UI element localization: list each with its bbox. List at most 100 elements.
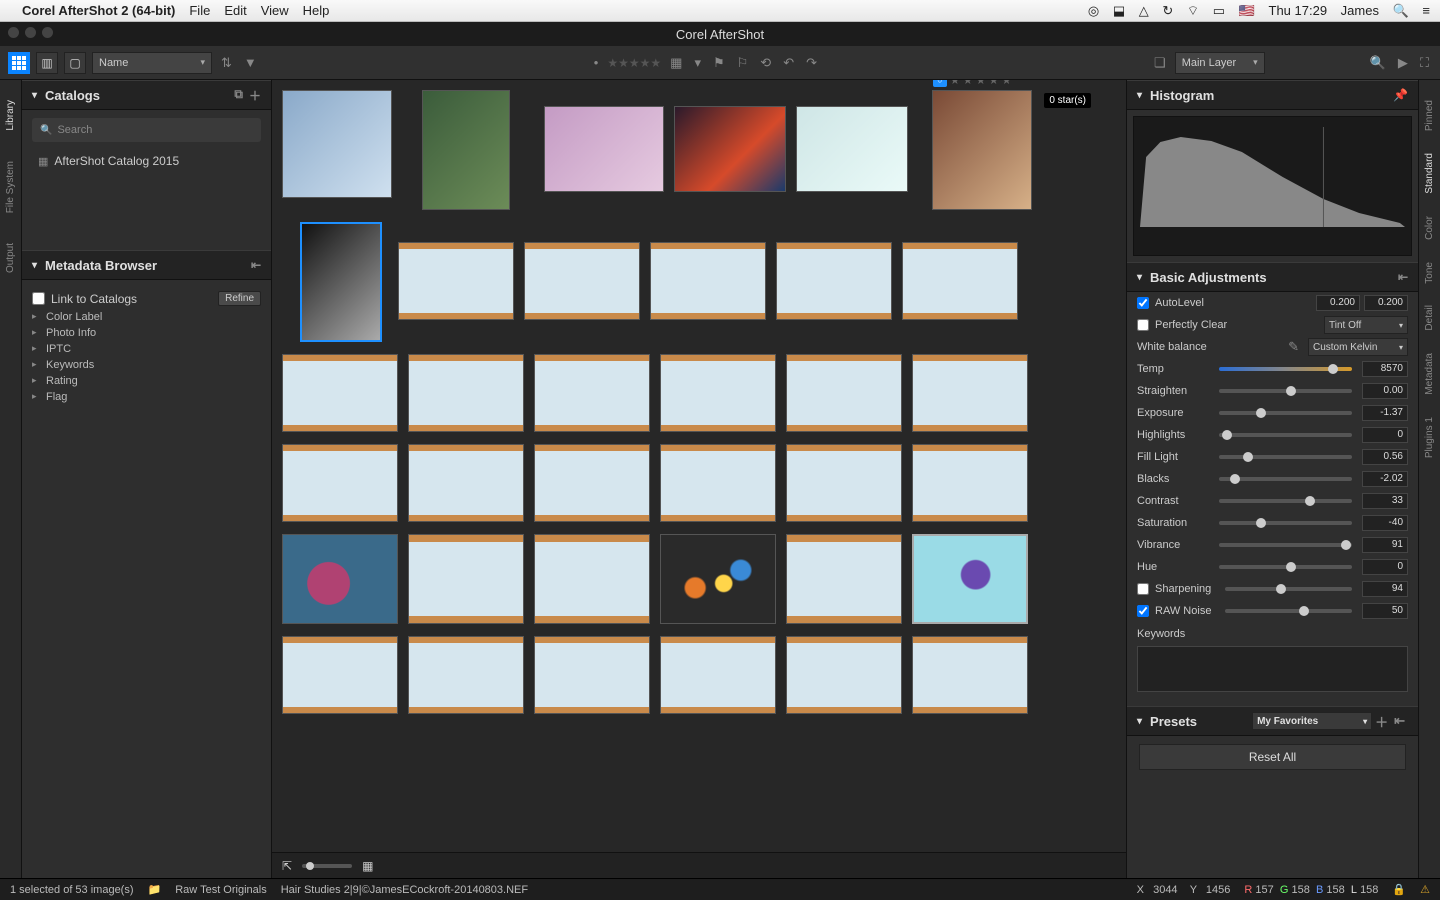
vibrance-value[interactable]: 91 [1362, 537, 1408, 553]
exposure-slider[interactable] [1219, 411, 1352, 415]
thumbnail[interactable] [408, 636, 524, 714]
redo-icon[interactable]: ↷ [803, 55, 820, 71]
copy-icon[interactable]: ⧉ [234, 87, 243, 104]
thumbnail[interactable] [902, 242, 1018, 320]
search-icon[interactable]: 🔍 [1367, 55, 1389, 71]
filter-icon[interactable]: ▼ [241, 55, 260, 70]
presets-dropdown[interactable]: My Favorites [1252, 712, 1372, 730]
thumbnail[interactable] [912, 636, 1028, 714]
thumb-size-slider[interactable] [302, 864, 352, 868]
grid-size-icon[interactable]: ▦ [362, 859, 373, 873]
menu-file[interactable]: File [189, 3, 210, 18]
vibrance-slider[interactable] [1219, 543, 1352, 547]
filllight-value[interactable]: 0.56 [1362, 449, 1408, 465]
tree-iptc[interactable]: IPTC [32, 341, 261, 357]
rawnoise-slider[interactable] [1225, 609, 1352, 613]
app-name[interactable]: Corel AfterShot 2 (64-bit) [22, 3, 175, 18]
autolevel-value-1[interactable]: 0.200 [1316, 295, 1360, 311]
thumbnail[interactable] [282, 636, 398, 714]
autolevel-value-2[interactable]: 0.200 [1364, 295, 1408, 311]
menu-extras-icon[interactable]: ≡ [1422, 3, 1430, 18]
sort-direction-icon[interactable]: ⇅ [218, 55, 235, 71]
thumbnail[interactable] [912, 354, 1028, 432]
add-icon[interactable]: ＋ [249, 87, 261, 104]
flag-icon[interactable]: 🇺🇸 [1239, 3, 1255, 18]
menu-view[interactable]: View [261, 3, 289, 18]
undo-icon[interactable]: ↶ [780, 55, 797, 71]
thumbnail[interactable] [660, 636, 776, 714]
blacks-value[interactable]: -2.02 [1362, 471, 1408, 487]
rotate-left-icon[interactable]: ⟲ [757, 55, 774, 71]
rating-strip[interactable]: ○★ ★ ★ ★ ★ [933, 80, 1012, 87]
sync-icon[interactable]: ↻ [1162, 3, 1173, 18]
clock[interactable]: Thu 17:29 [1269, 3, 1328, 18]
add-preset-icon[interactable]: ＋ [1372, 712, 1391, 731]
fit-icon[interactable]: ⇱ [282, 859, 292, 873]
hue-slider[interactable] [1219, 565, 1352, 569]
thumbnail[interactable] [534, 636, 650, 714]
slideshow-icon[interactable]: ▶ [1395, 55, 1411, 71]
thumbnail[interactable] [796, 106, 908, 192]
thumbnail[interactable] [408, 354, 524, 432]
saturation-slider[interactable] [1219, 521, 1352, 525]
wifi-icon[interactable]: ⌔ [1187, 3, 1199, 18]
pin-icon[interactable]: 📌 [1393, 88, 1408, 102]
rating-dot-icon[interactable]: • [591, 55, 602, 70]
tab-standard[interactable]: Standard [1424, 153, 1435, 194]
thumbnail[interactable] [282, 444, 398, 522]
tab-pinned[interactable]: Pinned [1424, 100, 1435, 131]
layers-icon[interactable]: ❏ [1151, 55, 1169, 71]
thumbnail[interactable] [786, 636, 902, 714]
thumbnail[interactable] [534, 444, 650, 522]
color-label-icon[interactable]: ▦ [667, 55, 685, 71]
view-grid-button[interactable] [8, 52, 30, 74]
thumbnail[interactable] [674, 106, 786, 192]
dropbox-icon[interactable]: ⬓ [1113, 3, 1125, 18]
thumbnail[interactable] [786, 354, 902, 432]
tab-metadata[interactable]: Metadata [1424, 353, 1435, 395]
tint-dropdown[interactable]: Tint Off [1324, 316, 1408, 334]
thumbnail[interactable] [776, 242, 892, 320]
tab-output[interactable]: Output [5, 243, 16, 273]
histogram-header[interactable]: ▾ Histogram 📌 [1127, 80, 1418, 110]
thumbnail[interactable] [408, 534, 524, 624]
tree-color-label[interactable]: Color Label [32, 309, 261, 325]
filllight-slider[interactable] [1219, 455, 1352, 459]
drive-icon[interactable]: △ [1139, 3, 1149, 18]
thumbnail[interactable] [398, 242, 514, 320]
keywords-input[interactable] [1137, 646, 1408, 692]
hue-value[interactable]: 0 [1362, 559, 1408, 575]
highlights-value[interactable]: 0 [1362, 427, 1408, 443]
highlights-slider[interactable] [1219, 433, 1352, 437]
user-name[interactable]: James [1341, 3, 1379, 18]
pin-icon[interactable]: ⇤ [251, 258, 261, 272]
menu-help[interactable]: Help [303, 3, 330, 18]
metadata-browser-header[interactable]: ▾ Metadata Browser ⇤ [22, 250, 271, 280]
thumbnail[interactable] [660, 534, 776, 624]
perfectly-clear-checkbox[interactable] [1137, 319, 1149, 331]
thumbnail[interactable] [524, 242, 640, 320]
rawnoise-value[interactable]: 50 [1362, 603, 1408, 619]
thumbnail[interactable] [282, 534, 398, 624]
tree-keywords[interactable]: Keywords [32, 357, 261, 373]
tree-flag[interactable]: Flag [32, 389, 261, 405]
battery-icon[interactable]: ▭ [1213, 3, 1225, 18]
blacks-slider[interactable] [1219, 477, 1352, 481]
thumbnail[interactable] [282, 90, 392, 198]
tab-filesystem[interactable]: File System [5, 161, 16, 213]
thumbnail[interactable] [534, 534, 650, 624]
thumbnail[interactable] [660, 444, 776, 522]
window-controls[interactable] [8, 27, 53, 38]
tree-rating[interactable]: Rating [32, 373, 261, 389]
flag-reject-icon[interactable]: ⚐ [734, 55, 752, 71]
thumbnail[interactable] [912, 444, 1028, 522]
wb-dropdown[interactable]: Custom Kelvin [1308, 338, 1408, 356]
basic-adjustments-header[interactable]: ▾ Basic Adjustments ⇤ [1127, 262, 1418, 292]
corel-tray-icon[interactable]: ◎ [1088, 3, 1099, 18]
thumbnail[interactable] [660, 354, 776, 432]
pin-icon[interactable]: ⇤ [1391, 713, 1408, 729]
tab-tone[interactable]: Tone [1424, 262, 1435, 284]
tab-detail[interactable]: Detail [1424, 305, 1435, 331]
rating-stars[interactable]: ★★★★★ [607, 56, 661, 70]
tree-photo-info[interactable]: Photo Info [32, 325, 261, 341]
